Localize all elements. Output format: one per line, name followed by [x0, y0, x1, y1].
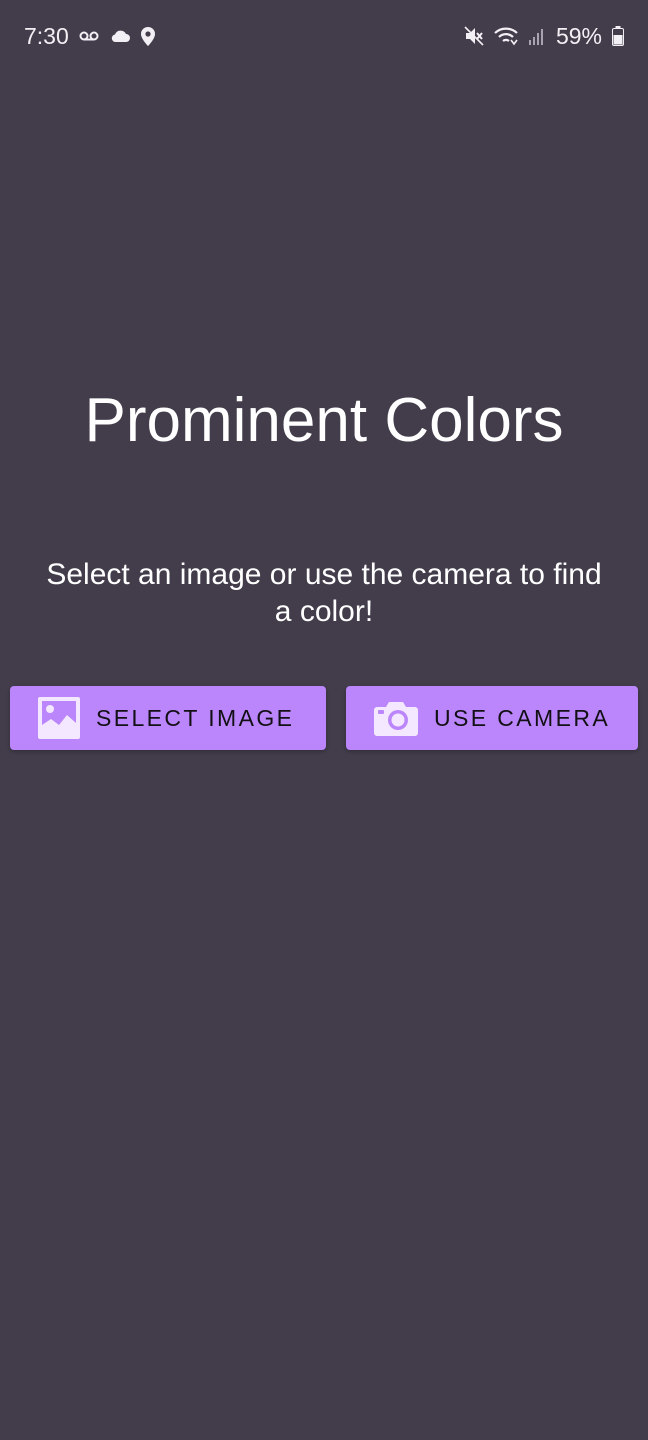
battery-icon	[612, 26, 624, 46]
cloud-icon	[109, 29, 131, 43]
voicemail-icon	[79, 30, 99, 42]
status-left: 7:30	[24, 23, 155, 50]
use-camera-label: USE CAMERA	[434, 704, 611, 731]
instructions-text: Select an image or use the camera to fin…	[46, 558, 602, 628]
signal-icon	[528, 27, 546, 45]
status-time: 7:30	[24, 22, 69, 49]
image-icon	[38, 697, 80, 739]
select-image-button[interactable]: SELECT IMAGE	[10, 686, 326, 750]
status-right: 59%	[464, 23, 624, 50]
location-pin-icon	[140, 26, 155, 46]
status-bar: 7:30 59%	[0, 0, 648, 72]
use-camera-button[interactable]: USE CAMERA	[346, 686, 638, 750]
page-title: Prominent Colors	[84, 386, 564, 455]
select-image-label: SELECT IMAGE	[96, 704, 295, 731]
mute-icon	[464, 26, 484, 46]
camera-icon	[374, 700, 418, 736]
wifi-icon	[494, 26, 518, 46]
battery-percent: 59%	[555, 22, 602, 49]
